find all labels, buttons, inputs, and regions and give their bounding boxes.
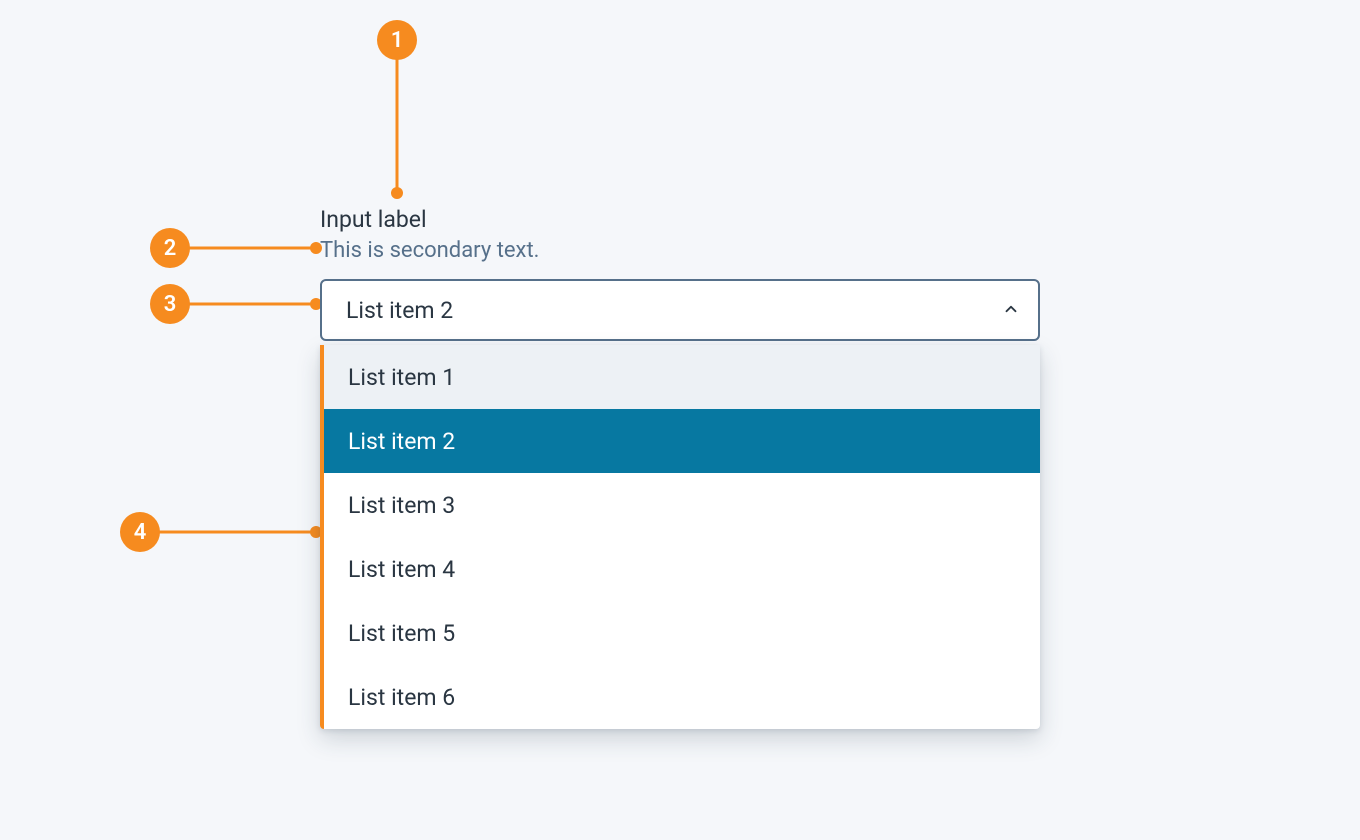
input-label: Input label — [320, 205, 1040, 235]
input-secondary-text: This is secondary text. — [320, 237, 1040, 266]
annotation-badge: 4 — [120, 512, 160, 552]
select-option[interactable]: List item 4 — [324, 537, 1040, 601]
select-value: List item 2 — [346, 297, 453, 324]
select-trigger[interactable]: List item 2 — [320, 279, 1040, 341]
diagram-stage: Input label This is secondary text. List… — [0, 0, 1360, 840]
select-option[interactable]: List item 2 — [324, 409, 1040, 473]
select-field: Input label This is secondary text. List… — [320, 205, 1040, 729]
select-dropdown: List item 1 List item 2 List item 3 List it… — [320, 345, 1040, 729]
annotation-number: 2 — [164, 236, 177, 261]
annotation-number: 4 — [134, 520, 147, 545]
annotation-badge: 3 — [150, 284, 190, 324]
annotation-badge: 2 — [150, 228, 190, 268]
annotation-number: 3 — [164, 292, 177, 317]
select-option[interactable]: List item 1 — [324, 345, 1040, 409]
select-option-label: List item 3 — [348, 492, 455, 519]
select-option-label: List item 1 — [348, 364, 455, 391]
select-option-label: List item 2 — [348, 428, 455, 455]
annotation-badge: 1 — [377, 20, 417, 60]
select-option-label: List item 4 — [348, 556, 455, 583]
select-option-label: List item 5 — [348, 620, 455, 647]
select-option[interactable]: List item 6 — [324, 665, 1040, 729]
select-option[interactable]: List item 3 — [324, 473, 1040, 537]
chevron-up-icon — [1002, 297, 1020, 324]
select-option[interactable]: List item 5 — [324, 601, 1040, 665]
select-option-label: List item 6 — [348, 684, 455, 711]
annotation-number: 1 — [391, 28, 404, 53]
